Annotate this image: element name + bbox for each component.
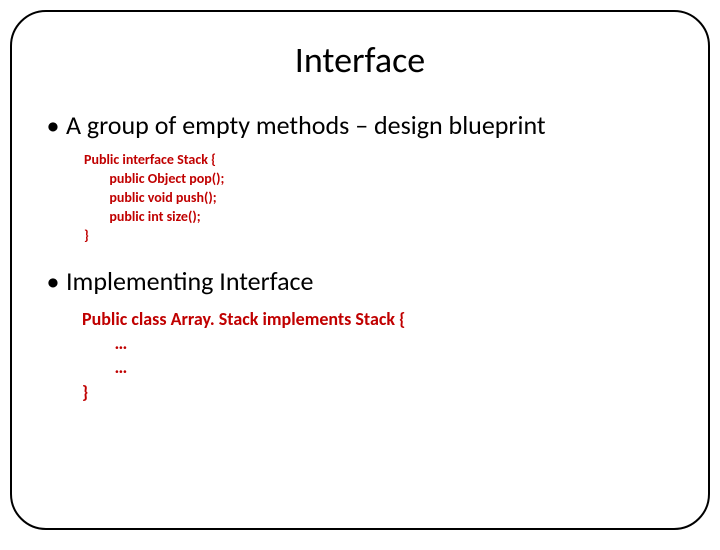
bullet-dot-icon: • xyxy=(40,266,66,297)
bullet-item-1: • A group of empty methods – design blue… xyxy=(40,110,680,141)
slide-title: Interface xyxy=(40,38,680,82)
bullet-dot-icon: • xyxy=(40,110,66,141)
slide-frame: Interface • A group of empty methods – d… xyxy=(10,10,710,530)
bullet-text-1: A group of empty methods – design bluepr… xyxy=(66,110,680,141)
code-block-1: Public interface Stack { public Object p… xyxy=(84,151,680,245)
bullet-item-2: • Implementing Interface xyxy=(40,266,680,297)
code-block-2: Public class Array. Stack implements Sta… xyxy=(82,307,680,404)
bullet-text-2: Implementing Interface xyxy=(66,266,680,297)
